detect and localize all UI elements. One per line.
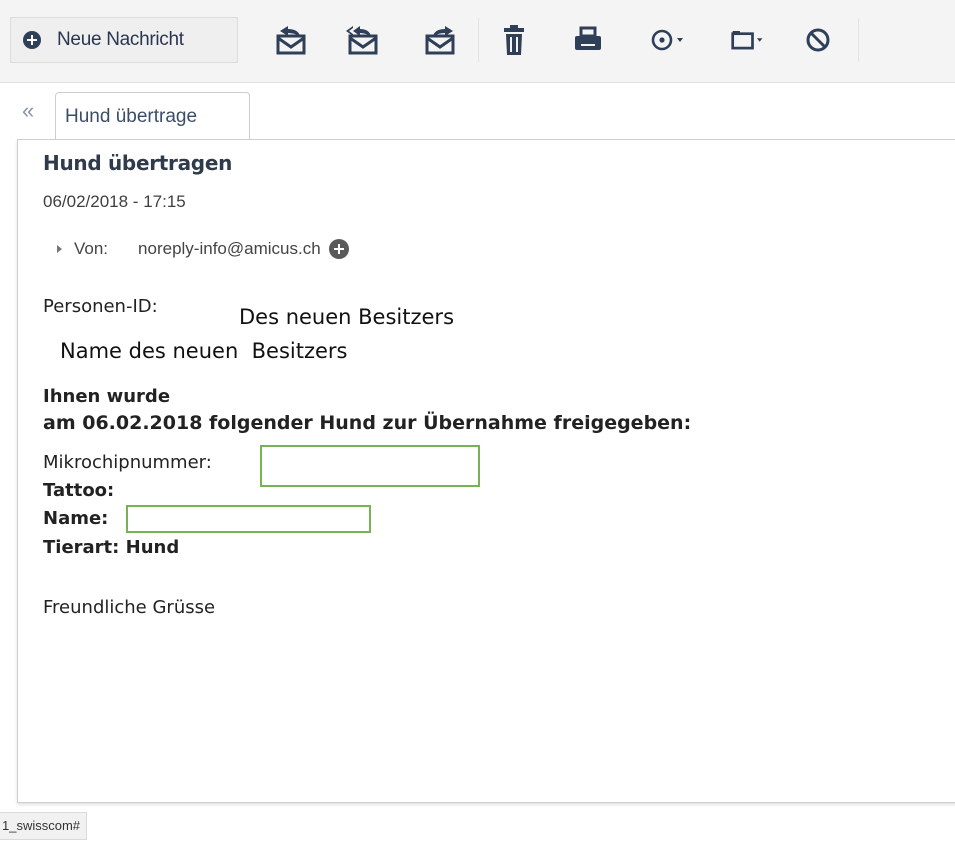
status-bar: [0, 812, 955, 844]
add-contact-icon[interactable]: [328, 239, 349, 259]
more-options-icon[interactable]: [650, 22, 686, 58]
message-subject: Hund übertragen: [43, 151, 233, 175]
plus-circle-icon: [23, 31, 41, 49]
tab-label: Hund übertrage: [65, 105, 198, 127]
name-label: Name:: [43, 508, 109, 529]
status-url: 1_swisscom#: [0, 812, 88, 840]
expand-header-icon[interactable]: [57, 245, 62, 253]
forward-icon[interactable]: [422, 22, 458, 58]
sender-row: Von: noreply-info@amicus.ch: [57, 238, 349, 260]
collapse-panel-icon[interactable]: «: [22, 100, 34, 122]
from-address[interactable]: noreply-info@amicus.ch: [138, 239, 321, 259]
body-line-2: am 06.02.2018 folgender Hund zur Übernah…: [43, 412, 692, 434]
mail-toolbar: Neue Nachricht: [0, 0, 955, 83]
tab-message[interactable]: Hund übertrage: [55, 92, 250, 140]
closing-text: Freundliche Grüsse: [43, 597, 216, 618]
species-label: Tierart:: [43, 537, 120, 558]
reply-all-icon[interactable]: [344, 22, 380, 58]
new-message-label: Neue Nachricht: [57, 29, 184, 50]
block-sender-icon[interactable]: [800, 22, 836, 58]
message-datetime: 06/02/2018 - 17:15: [43, 192, 186, 211]
from-label: Von:: [74, 239, 109, 258]
annotation-owner-name: Name des neuen Besitzers: [60, 339, 348, 362]
annotation-owner-name-clip: Name des neuen Besitzers: [60, 336, 460, 362]
toolbar-separator: [858, 18, 859, 62]
print-icon[interactable]: [570, 22, 606, 58]
new-message-button[interactable]: Neue Nachricht: [10, 17, 238, 63]
species-row: Tierart: Hund: [43, 537, 179, 558]
toolbar-separator: [478, 18, 479, 62]
name-redaction-box: [126, 505, 371, 533]
microchip-label: Mikrochipnummer:: [43, 452, 212, 473]
reply-icon[interactable]: [273, 22, 309, 58]
move-to-folder-icon[interactable]: [730, 22, 766, 58]
body-line-1: Ihnen wurde: [43, 386, 171, 407]
annotation-owner-id: Des neuen Besitzers: [239, 305, 455, 329]
tattoo-label: Tattoo:: [43, 480, 115, 501]
person-id-label: Personen-ID:: [43, 296, 158, 317]
trash-icon[interactable]: [496, 22, 532, 58]
microchip-redaction-box: [260, 445, 480, 487]
species-value: Hund: [125, 537, 180, 558]
